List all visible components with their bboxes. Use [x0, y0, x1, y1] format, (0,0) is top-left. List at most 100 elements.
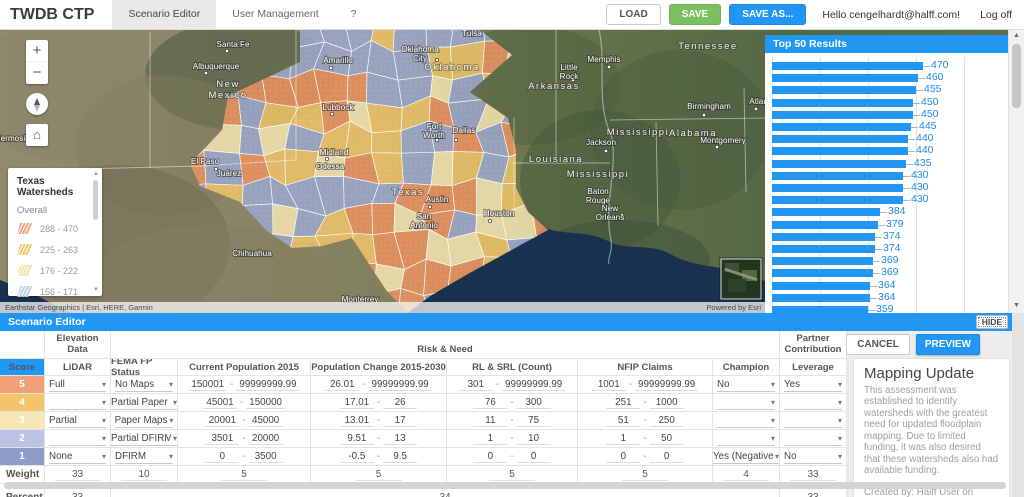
caret-down-icon: ▾ — [838, 452, 842, 461]
save-as-button[interactable]: SAVE AS... — [729, 4, 806, 25]
scroll-down-icon[interactable]: ▼ — [1009, 302, 1024, 309]
load-button[interactable]: LOAD — [606, 4, 660, 25]
home-button[interactable]: ⌂ — [26, 124, 48, 146]
rl-srl-max-input[interactable]: 99999999.99 — [502, 378, 565, 391]
current-population-max-input[interactable]: 45000 — [249, 414, 283, 427]
fema-status-select[interactable]: DFIRM▾ — [111, 448, 178, 465]
results-header[interactable]: Top 50 Results — [765, 35, 1008, 53]
preview-button[interactable]: PREVIEW — [916, 334, 980, 355]
population-change-min-input[interactable]: 13.01 — [340, 414, 374, 427]
population-change-max-input[interactable]: 26 — [383, 396, 417, 409]
lidar-select[interactable]: Full▾ — [45, 376, 111, 393]
horizontal-scrollbar[interactable] — [4, 482, 1006, 489]
champion-select[interactable]: Yes (Negative P▾ — [713, 448, 780, 465]
nfip-claims-min-input[interactable]: 0 — [606, 450, 640, 463]
save-button[interactable]: SAVE — [669, 4, 722, 25]
weight-value[interactable]: 10 — [111, 466, 178, 483]
rl-srl-min-input[interactable]: 301 — [459, 378, 493, 391]
rl-srl-min-input[interactable]: 76 — [473, 396, 507, 409]
weight-value[interactable]: 5 — [578, 466, 713, 483]
hide-button[interactable]: HIDE — [976, 315, 1008, 329]
caret-down-icon: ▾ — [173, 434, 177, 443]
population-change-min-input[interactable]: -0.5 — [340, 450, 374, 463]
current-population-min-input[interactable]: 45001 — [203, 396, 237, 409]
current-population-max-input[interactable]: 99999999.99 — [236, 378, 299, 391]
tab-scenario-editor[interactable]: Scenario Editor — [112, 0, 216, 29]
vertical-scrollbar[interactable]: ▲ ▼ — [1008, 30, 1024, 313]
champion-select[interactable]: ▾ — [713, 412, 780, 429]
cancel-button[interactable]: CANCEL — [846, 334, 910, 355]
current-population-min-input[interactable]: 0 — [205, 450, 239, 463]
rl-srl-min-input[interactable]: 11 — [473, 414, 507, 427]
rl-srl-max-input[interactable]: 75 — [517, 414, 551, 427]
nfip-claims-max-input[interactable]: 250 — [650, 414, 684, 427]
tab-user-management[interactable]: User Management — [216, 0, 334, 29]
scroll-down-icon[interactable]: ▼ — [92, 287, 100, 293]
legend-scrollbar[interactable]: ▲ ▼ — [92, 171, 100, 293]
weight-value[interactable]: 5 — [447, 466, 578, 483]
population-change-min-input[interactable]: 17.01 — [340, 396, 374, 409]
population-change-min-input[interactable]: 9.51 — [340, 432, 374, 445]
population-change-max-input[interactable]: 17 — [383, 414, 417, 427]
nfip-claims-min-input[interactable]: 1001 — [592, 378, 626, 391]
current-population-max-input[interactable]: 20000 — [249, 432, 283, 445]
result-bar — [772, 294, 870, 302]
current-population-max-input[interactable]: 3500 — [249, 450, 283, 463]
leverage-select[interactable]: Yes▾ — [780, 376, 847, 393]
nfip-claims-max-input[interactable]: 0 — [650, 450, 684, 463]
rl-srl-max-input[interactable]: 0 — [517, 450, 551, 463]
population-change-max-input[interactable]: 13 — [383, 432, 417, 445]
fema-status-select[interactable]: Paper Maps▾ — [111, 412, 178, 429]
map-city-label: Chihuahua — [232, 249, 272, 258]
population-change-max-input[interactable]: 99999999.99 — [369, 378, 432, 391]
scroll-up-icon[interactable]: ▲ — [1009, 32, 1024, 39]
nfip-claims-max-input[interactable]: 50 — [650, 432, 684, 445]
scroll-up-icon[interactable]: ▲ — [92, 171, 100, 177]
rl-srl-min-input[interactable]: 0 — [473, 450, 507, 463]
lidar-select[interactable]: None▾ — [45, 448, 111, 465]
current-population-min-input[interactable]: 150001 — [188, 378, 227, 391]
current-population-min-input[interactable]: 3501 — [205, 432, 239, 445]
lidar-select[interactable]: ▾ — [45, 430, 111, 447]
overview-inset[interactable] — [719, 257, 763, 301]
rl-srl-min-input[interactable]: 1 — [473, 432, 507, 445]
champion-select[interactable]: No▾ — [713, 376, 780, 393]
population-change-min-input[interactable]: 26.01 — [325, 378, 359, 391]
current-population-min-input[interactable]: 20001 — [205, 414, 239, 427]
rl-srl-max-input[interactable]: 300 — [517, 396, 551, 409]
nfip-claims-min-input[interactable]: 51 — [606, 414, 640, 427]
leverage-select[interactable]: ▾ — [780, 412, 847, 429]
lidar-select[interactable]: Partial▾ — [45, 412, 111, 429]
range-dash: - — [242, 433, 245, 444]
nfip-claims-min-input[interactable]: 1 — [606, 432, 640, 445]
nfip-claims-min-input[interactable]: 251 — [606, 396, 640, 409]
fema-status-select[interactable]: No Maps▾ — [111, 376, 178, 393]
population-change-max-input[interactable]: 9.5 — [383, 450, 417, 463]
zoom-in-button[interactable]: + — [26, 40, 48, 62]
leverage-select[interactable]: ▾ — [780, 430, 847, 447]
log-off-link[interactable]: Log off — [980, 9, 1012, 21]
weight-value[interactable]: 33 — [780, 466, 847, 483]
fema-status-select[interactable]: Partial Paper Ma▾ — [111, 394, 178, 411]
legend-scrollbar-thumb[interactable] — [93, 180, 98, 220]
weight-value[interactable]: 4 — [713, 466, 780, 483]
lidar-select[interactable]: ▾ — [45, 394, 111, 411]
champion-select[interactable]: ▾ — [713, 394, 780, 411]
champion-select[interactable]: ▾ — [713, 430, 780, 447]
attribution-powered-by: Powered by Esri — [706, 303, 761, 312]
weight-value[interactable]: 5 — [311, 466, 447, 483]
vertical-scrollbar-thumb[interactable] — [1012, 44, 1021, 108]
zoom-out-button[interactable]: − — [26, 62, 48, 84]
fema-status-select[interactable]: Partial DFIRM▾ — [111, 430, 178, 447]
weight-value[interactable]: 33 — [45, 466, 111, 483]
nfip-claims-max-input[interactable]: 1000 — [650, 396, 684, 409]
tab-help[interactable]: ? — [335, 0, 373, 29]
current-population-max-input[interactable]: 150000 — [246, 396, 285, 409]
leverage-select[interactable]: ▾ — [780, 394, 847, 411]
bar-leader-line — [868, 310, 875, 311]
nfip-claims-max-input[interactable]: 99999999.99 — [635, 378, 698, 391]
weight-value[interactable]: 5 — [178, 466, 311, 483]
rl-srl-max-input[interactable]: 10 — [517, 432, 551, 445]
compass-button[interactable] — [26, 93, 48, 115]
leverage-select[interactable]: No▾ — [780, 448, 847, 465]
